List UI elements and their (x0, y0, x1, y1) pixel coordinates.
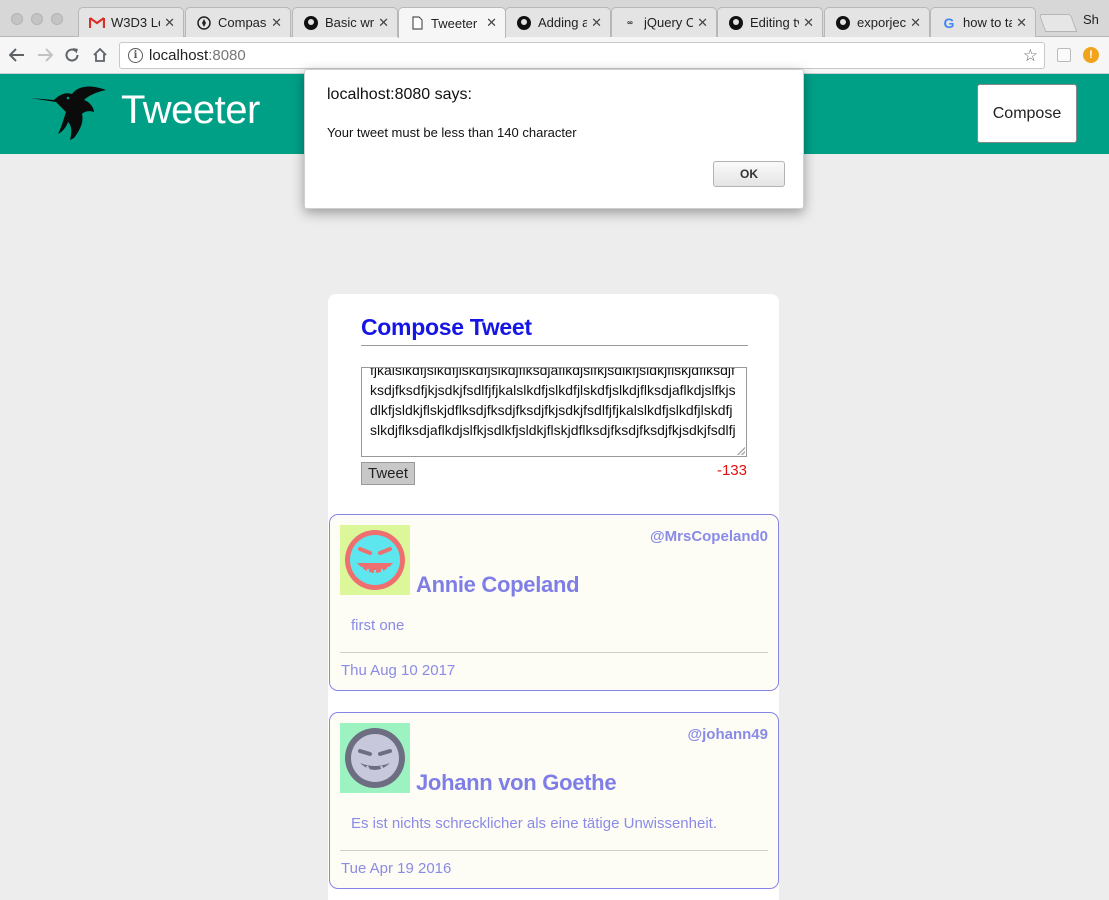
tweet-date: Thu Aug 10 2017 (341, 662, 456, 679)
tweet-divider (340, 652, 768, 653)
back-arrow-icon (9, 48, 24, 62)
tweet-author-handle: @MrsCopeland0 (650, 528, 768, 545)
jquery-icon: ∞ (627, 18, 633, 27)
browser-tab-5[interactable]: ∞ jQuery Cl ✕ (611, 7, 717, 37)
tab-title: Tweeter (431, 15, 478, 31)
alert-ok-button[interactable]: OK (713, 161, 785, 187)
info-icon[interactable]: i (128, 48, 143, 63)
tweet-card: Annie Copeland @MrsCopeland0 first one T… (329, 514, 779, 691)
browser-tab-6[interactable]: Editing tv ✕ (717, 7, 823, 37)
tab-close-icon[interactable]: ✕ (164, 15, 175, 31)
tab-close-icon[interactable]: ✕ (803, 15, 814, 31)
github-icon (728, 15, 744, 31)
browser-tab-7[interactable]: exporject ✕ (824, 7, 930, 37)
reload-icon (65, 48, 79, 62)
tab-close-icon[interactable]: ✕ (486, 15, 497, 31)
tweet-button[interactable]: Tweet (361, 462, 415, 485)
tweet-author-handle: @johann49 (687, 726, 768, 743)
app-title: Tweeter (121, 88, 260, 132)
browser-tabstrip: W3D3 Le ✕ Compass ✕ Basic writ ✕ Tweeter… (0, 0, 1109, 38)
alert-badge-icon[interactable]: ! (1083, 47, 1099, 63)
avatar (340, 723, 410, 793)
tab-title: exporject (857, 15, 907, 30)
address-bar[interactable]: i localhost:8080 ☆ (119, 42, 1045, 69)
browser-tab-4[interactable]: Adding ar ✕ (505, 7, 611, 37)
tab-close-icon[interactable]: ✕ (271, 15, 282, 31)
google-icon: G (943, 14, 955, 31)
main-container: Compose Tweet fjkalslkdfjslkdfjlskdfjslk… (328, 294, 779, 900)
grinning-face-avatar-icon (340, 525, 410, 595)
alert-message: Your tweet must be less than 140 charact… (327, 125, 577, 140)
forward-button[interactable] (33, 43, 57, 67)
browser-tab-1[interactable]: Compass ✕ (185, 7, 291, 37)
tab-close-icon[interactable]: ✕ (697, 15, 708, 31)
smirking-face-avatar-icon (340, 723, 410, 793)
alert-title: localhost:8080 says: (327, 86, 472, 103)
zoom-window-button[interactable] (51, 13, 63, 25)
browser-tab-0[interactable]: W3D3 Le ✕ (78, 7, 184, 37)
home-button[interactable] (88, 43, 112, 67)
tweet-body: first one (351, 617, 405, 634)
home-icon (93, 47, 107, 62)
tab-close-icon[interactable]: ✕ (591, 15, 602, 31)
github-icon (303, 15, 319, 31)
alert-dialog: localhost:8080 says: Your tweet must be … (304, 69, 804, 209)
url-port: :8080 (208, 47, 246, 64)
browser-tab-8[interactable]: G how to ta ✕ (930, 7, 1036, 37)
github-icon (835, 15, 851, 31)
profile-label[interactable]: Sh (1083, 12, 1099, 27)
tab-title: jQuery Cl (644, 15, 694, 30)
tweet-author-name: Annie Copeland (416, 572, 580, 597)
back-button[interactable] (5, 43, 29, 67)
resize-grip-icon[interactable] (737, 447, 745, 455)
compose-button[interactable]: Compose (977, 84, 1077, 143)
minimize-window-button[interactable] (31, 13, 43, 25)
tweet-card: Johann von Goethe @johann49 Es ist nicht… (329, 712, 779, 889)
tab-title: how to ta (963, 15, 1013, 30)
compose-heading: Compose Tweet (361, 314, 532, 340)
tab-title: Editing tv (750, 15, 800, 30)
new-tab-button[interactable] (1038, 14, 1078, 32)
close-window-button[interactable] (11, 13, 23, 25)
hummingbird-logo-icon (30, 86, 106, 140)
tab-close-icon[interactable]: ✕ (378, 15, 389, 31)
tweet-body: Es ist nichts schrecklicher als eine tät… (351, 815, 717, 832)
reload-button[interactable] (60, 43, 84, 67)
tweet-text: fjkalslkdfjslkdfjlskdfjslkdjflksdjaflkdj… (370, 367, 736, 438)
tab-title: W3D3 Le (111, 15, 161, 30)
github-icon (516, 15, 532, 31)
tweet-textarea[interactable]: fjkalslkdfjslkdfjlskdfjslkdjflksdjaflkdj… (361, 367, 747, 457)
tab-close-icon[interactable]: ✕ (1016, 15, 1027, 31)
url-host: localhost (149, 47, 209, 64)
avatar (340, 525, 410, 595)
tweet-divider (340, 850, 768, 851)
compass-icon (196, 15, 212, 31)
document-icon (409, 15, 425, 31)
char-counter: -133 (716, 462, 747, 479)
forward-arrow-icon (38, 48, 53, 62)
tab-title: Basic writ (325, 15, 375, 30)
tweet-author-name: Johann von Goethe (416, 770, 617, 795)
browser-tab-2[interactable]: Basic writ ✕ (292, 7, 398, 37)
bookmark-star-icon[interactable]: ☆ (1023, 46, 1038, 66)
extension-icon[interactable] (1057, 48, 1071, 62)
compose-divider (361, 345, 748, 346)
browser-tab-3[interactable]: Tweeter ✕ (398, 7, 506, 38)
tweet-date: Tue Apr 19 2016 (341, 860, 452, 877)
gmail-icon (89, 15, 105, 31)
tab-title: Adding ar (538, 15, 587, 30)
tab-title: Compass (218, 15, 267, 30)
tab-close-icon[interactable]: ✕ (910, 15, 921, 31)
